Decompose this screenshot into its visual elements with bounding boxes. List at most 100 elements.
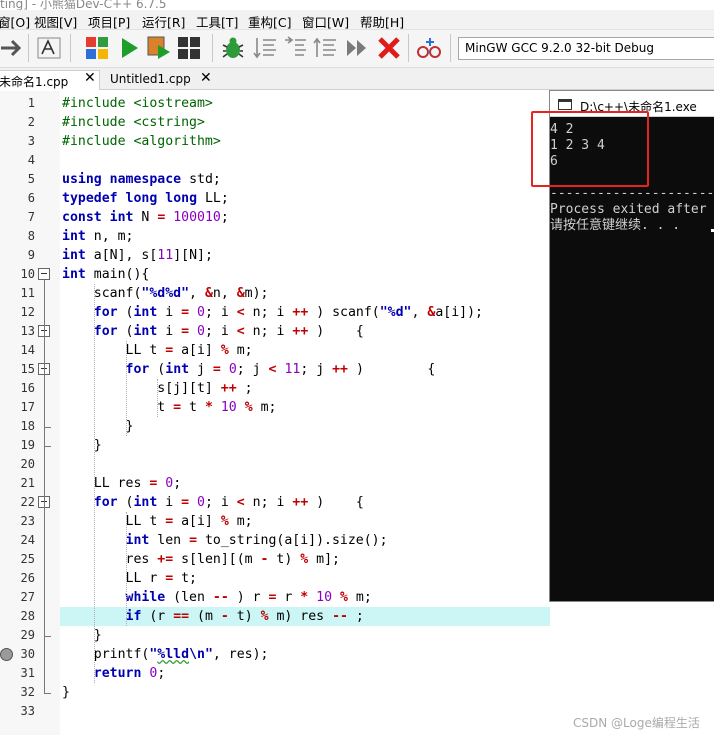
- line-number: 23: [20, 514, 35, 528]
- fold-toggle-icon[interactable]: [38, 268, 50, 280]
- code-line[interactable]: LL t = a[i] % m;: [62, 341, 253, 360]
- line-number: 24: [20, 533, 35, 547]
- console-prompt: 请按任意键继续. . .: [550, 218, 681, 233]
- line-number: 13: [20, 324, 35, 338]
- code-line[interactable]: return 0;: [62, 664, 166, 683]
- line-number: 14: [20, 343, 35, 357]
- code-line[interactable]: }: [62, 626, 102, 645]
- line-number: 6: [27, 191, 35, 205]
- step-into-icon[interactable]: [282, 35, 308, 61]
- menu-view[interactable]: 视图[V]: [34, 12, 77, 31]
- line-number: 16: [20, 381, 35, 395]
- close-icon[interactable]: ✕: [84, 70, 96, 86]
- code-line[interactable]: if (r == (m - t) % m) res -- ;: [62, 607, 364, 626]
- fold-end-marker: [44, 636, 51, 637]
- annotation-box: [531, 111, 649, 187]
- indent-guide: [125, 512, 127, 626]
- tab-untitled1[interactable]: Untitled1.cpp: [104, 70, 204, 90]
- code-line[interactable]: #include <algorithm>: [62, 132, 221, 151]
- console-exit-line: Process exited after: [550, 202, 707, 217]
- menu-project[interactable]: 项目[P]: [88, 12, 130, 31]
- code-line[interactable]: const int N = 100010;: [62, 208, 229, 227]
- console-separator: -------------------------: [550, 186, 714, 201]
- line-number: 2: [27, 115, 35, 129]
- line-number: 9: [27, 248, 35, 262]
- line-number: 33: [20, 704, 35, 718]
- indent-guide: [157, 379, 159, 417]
- code-line[interactable]: res += s[len][(m - t) % m];: [62, 550, 340, 569]
- debug-bug-icon[interactable]: [220, 35, 246, 61]
- line-number: 11: [20, 286, 35, 300]
- watermark: CSDN @Loge编程生活: [573, 716, 700, 730]
- breakpoint-icon[interactable]: [0, 648, 13, 661]
- code-line[interactable]: while (len -- ) r = r * 10 % m;: [62, 588, 372, 607]
- code-line[interactable]: #include <iostream>: [62, 94, 213, 113]
- code-line[interactable]: for (int i = 0; i < n; i ++ ) {: [62, 493, 364, 512]
- tab-label: 未命名1.cpp: [0, 75, 69, 89]
- console-window-icon: [558, 99, 572, 110]
- fold-end-marker: [44, 427, 51, 428]
- line-number: 27: [20, 590, 35, 604]
- line-number: 1: [27, 96, 35, 110]
- code-line[interactable]: int n, m;: [62, 227, 133, 246]
- line-number: 10: [20, 267, 35, 281]
- fold-end-marker: [44, 693, 51, 694]
- tab-label: Untitled1.cpp: [110, 72, 191, 86]
- code-line[interactable]: int len = to_string(a[i]).size();: [62, 531, 388, 550]
- add-watch-icon[interactable]: [416, 35, 442, 61]
- step-out-icon[interactable]: [312, 35, 338, 61]
- line-number: 21: [20, 476, 35, 490]
- indent-guide: [93, 284, 95, 683]
- step-over-icon[interactable]: [252, 35, 278, 61]
- line-number: 29: [20, 628, 35, 642]
- compile-icon[interactable]: [84, 35, 110, 61]
- compile-run-icon[interactable]: [146, 35, 172, 61]
- line-number: 20: [20, 457, 35, 471]
- menu-help[interactable]: 帮助[H]: [360, 12, 404, 31]
- menu-refactor[interactable]: 重构[C]: [248, 12, 291, 31]
- run-icon[interactable]: [116, 35, 142, 61]
- code-line[interactable]: for (int j = 0; j < 11; j ++ ) {: [62, 360, 436, 379]
- line-number: 5: [27, 172, 35, 186]
- toolbar: MinGW GCC 9.2.0 32-bit Debug: [0, 30, 714, 68]
- code-line[interactable]: #include <cstring>: [62, 113, 205, 132]
- code-line[interactable]: }: [62, 417, 134, 436]
- line-number: 31: [20, 666, 35, 680]
- line-number: 3: [27, 134, 35, 148]
- forward-arrow-icon[interactable]: [0, 35, 26, 61]
- line-number: 4: [27, 153, 35, 167]
- line-number: 17: [20, 400, 35, 414]
- code-line[interactable]: }: [62, 436, 102, 455]
- code-line[interactable]: int a[N], s[11][N];: [62, 246, 213, 265]
- code-line[interactable]: }: [62, 683, 70, 702]
- fold-range-line: [44, 280, 45, 693]
- code-line[interactable]: LL t = a[i] % m;: [62, 512, 253, 531]
- line-number: 26: [20, 571, 35, 585]
- code-line[interactable]: for (int i = 0; i < n; i ++ ) scanf("%d"…: [62, 303, 483, 322]
- menu-tools[interactable]: 工具[T]: [196, 12, 238, 31]
- line-number: 19: [20, 438, 35, 452]
- code-line[interactable]: LL res = 0;: [62, 474, 181, 493]
- compiler-select[interactable]: MinGW GCC 9.2.0 32-bit Debug: [458, 37, 714, 60]
- line-gutter: 1 2 3 4 5 6 7 8 9 10 11 12 13 14 15 16 17 18 19 20 21 22 23 24 2…: [0, 91, 60, 735]
- menu-bar: 窗[O] 视图[V] 项目[P] 运行[R] 工具[T] 重构[C] 窗口[W]…: [0, 10, 714, 30]
- code-line[interactable]: typedef long long LL;: [62, 189, 229, 208]
- indent-guide: [125, 341, 127, 436]
- rebuild-all-icon[interactable]: [176, 35, 202, 61]
- menu-window-partial[interactable]: 窗[O]: [0, 12, 30, 31]
- menu-run[interactable]: 运行[R]: [142, 12, 185, 31]
- close-icon[interactable]: ✕: [200, 70, 212, 86]
- code-line[interactable]: for (int i = 0; i < n; i ++ ) {: [62, 322, 364, 341]
- stop-icon[interactable]: [376, 35, 402, 61]
- code-line[interactable]: LL r = t;: [62, 569, 197, 588]
- line-number: 28: [20, 609, 35, 623]
- continue-icon[interactable]: [344, 35, 370, 61]
- line-number: 12: [20, 305, 35, 319]
- code-line[interactable]: using namespace std;: [62, 170, 221, 189]
- window-title: ting] - 小熊猫Dev-C++ 6.7.5: [0, 0, 167, 10]
- line-number: 7: [27, 210, 35, 224]
- code-line[interactable]: int main(){: [62, 265, 149, 284]
- format-code-icon[interactable]: [36, 35, 62, 61]
- menu-windows[interactable]: 窗口[W]: [302, 12, 349, 31]
- line-number: 32: [20, 685, 35, 699]
